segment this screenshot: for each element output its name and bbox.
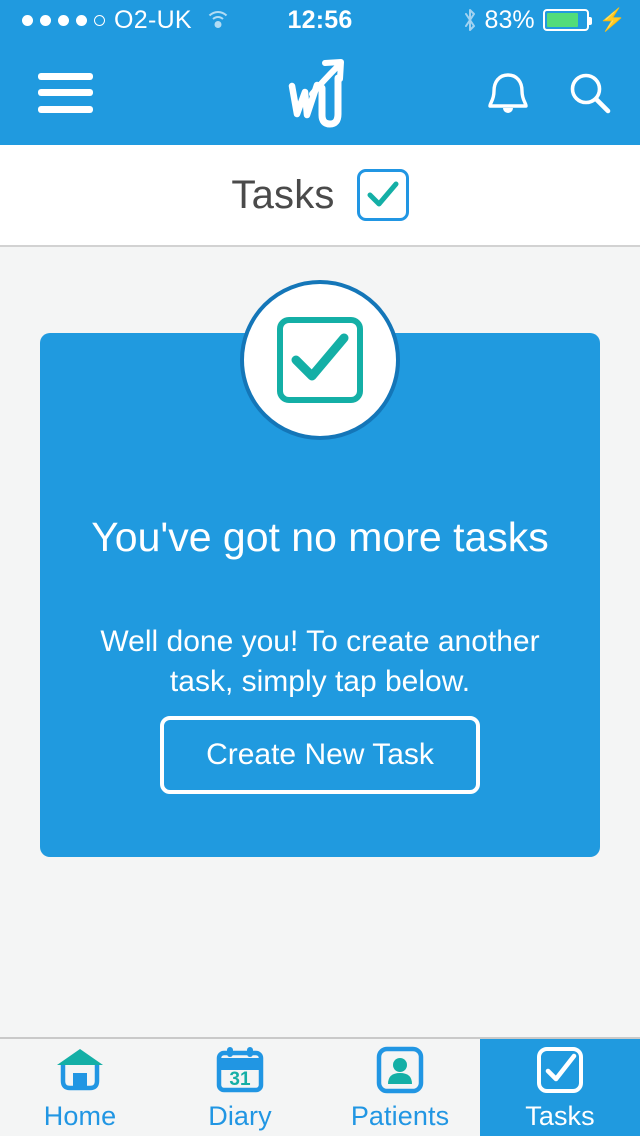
- tab-label-tasks: Tasks: [525, 1100, 595, 1131]
- tab-tasks[interactable]: Tasks: [480, 1039, 640, 1136]
- main-content: You've got no more tasks Well done you! …: [0, 247, 640, 1037]
- tab-diary[interactable]: 31 Diary: [160, 1039, 320, 1136]
- search-icon[interactable]: [564, 67, 616, 119]
- svg-text:31: 31: [229, 1069, 251, 1090]
- tab-label-diary: Diary: [208, 1100, 272, 1131]
- tab-home[interactable]: Home: [0, 1039, 160, 1136]
- app-navigation-bar: [0, 40, 640, 145]
- tab-label-patients: Patients: [350, 1100, 450, 1131]
- home-icon: [54, 1044, 106, 1096]
- empty-state-title: You've got no more tasks: [91, 514, 549, 560]
- checkbox-check-badge-icon: [240, 280, 400, 440]
- checkbox-icon: [536, 1044, 584, 1096]
- empty-state-card: You've got no more tasks Well done you! …: [40, 280, 600, 857]
- page-title-bar: Tasks: [0, 145, 640, 247]
- calendar-icon: 31: [215, 1044, 265, 1096]
- status-bar: O2-UK 12:56 83% ⚡: [0, 0, 640, 40]
- wu-brand-logo[interactable]: [280, 52, 360, 134]
- charging-bolt-icon: ⚡: [598, 7, 626, 32]
- hamburger-menu-icon[interactable]: [38, 72, 93, 113]
- tab-label-home: Home: [43, 1100, 117, 1131]
- person-icon: [376, 1044, 424, 1096]
- bottom-tab-bar: Home 31 Diary Patients Tasks: [0, 1037, 640, 1136]
- checkbox-check-icon: [356, 169, 409, 221]
- bluetooth-icon: [463, 8, 477, 32]
- bell-icon[interactable]: [482, 67, 534, 119]
- empty-state-subtitle: Well done you! To create another task, s…: [100, 625, 540, 698]
- create-new-task-button[interactable]: Create New Task: [160, 716, 480, 794]
- nav-actions: [482, 67, 616, 119]
- page-title: Tasks: [231, 172, 335, 217]
- status-bar-right: 83% ⚡: [463, 6, 626, 35]
- battery-percent-label: 83%: [484, 5, 535, 34]
- tab-patients[interactable]: Patients: [320, 1039, 480, 1136]
- battery-icon: [542, 9, 592, 31]
